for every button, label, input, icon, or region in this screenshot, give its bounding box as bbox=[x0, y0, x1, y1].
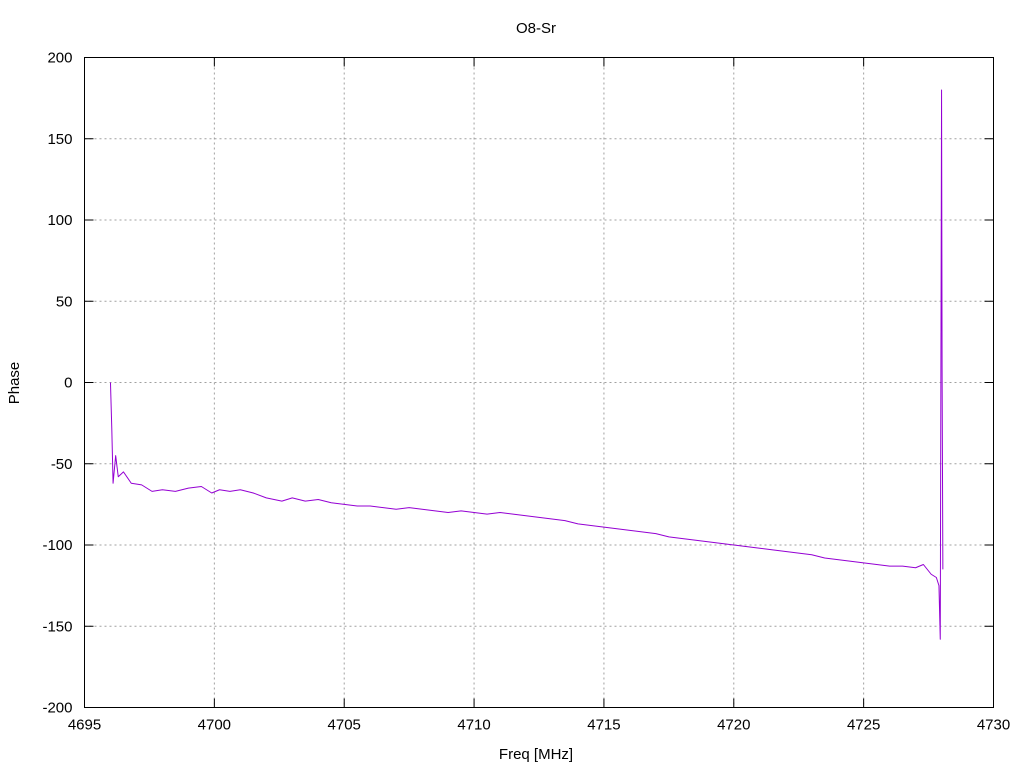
y-tick-label: 100 bbox=[47, 212, 72, 229]
y-tick-label: 0 bbox=[64, 375, 72, 392]
x-tick-label: 4730 bbox=[977, 717, 1010, 734]
x-axis-label: Freq [MHz] bbox=[499, 746, 573, 763]
y-tick-label: -200 bbox=[42, 700, 72, 717]
series-group bbox=[109, 89, 944, 640]
x-tick-label: 4725 bbox=[847, 717, 880, 734]
x-tick-label: 4715 bbox=[587, 717, 620, 734]
y-tick-label: 200 bbox=[47, 50, 72, 67]
grid-lines bbox=[84, 57, 994, 708]
x-tick-label: 4710 bbox=[457, 717, 490, 734]
y-tick-label: -150 bbox=[42, 618, 72, 635]
y-tick-label: 50 bbox=[56, 293, 73, 310]
y-tick-labels: -200 -150 -100 -50 0 50 100 150 200 bbox=[42, 50, 72, 717]
y-tick-label: -50 bbox=[51, 456, 73, 473]
y-axis-label: Phase bbox=[6, 362, 23, 405]
chart-title: O8-Sr bbox=[516, 20, 556, 37]
x-tick-label: 4700 bbox=[198, 717, 231, 734]
phase-series-line bbox=[109, 89, 944, 640]
x-tick-labels: 4695 4700 4705 4710 4715 4720 4725 4730 bbox=[68, 717, 1010, 734]
x-tick-label: 4695 bbox=[68, 717, 101, 734]
y-tick-label: 150 bbox=[47, 131, 72, 148]
x-tick-label: 4720 bbox=[717, 717, 750, 734]
y-tick-label: -100 bbox=[42, 537, 72, 554]
x-tick-label: 4705 bbox=[328, 717, 361, 734]
phase-chart: -200 -150 -100 -50 0 50 100 150 200 4695 4700 4705… bbox=[6, 20, 1010, 763]
